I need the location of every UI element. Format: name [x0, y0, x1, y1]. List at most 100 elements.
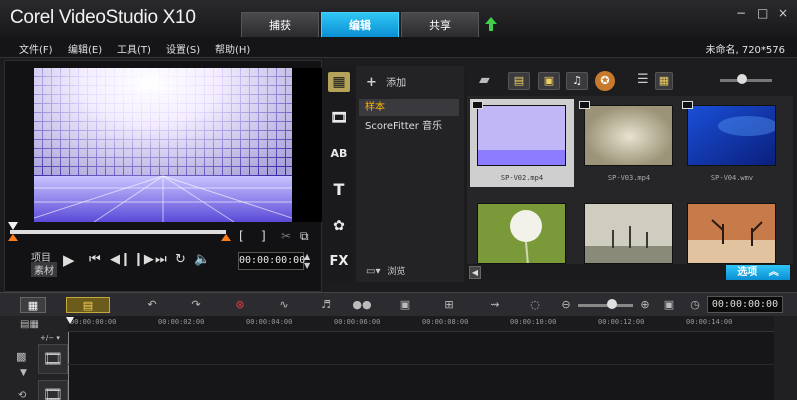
thumbnail-view-icon[interactable]: ▦ — [655, 72, 673, 90]
storyboard-view-icon[interactable]: ▦ — [20, 297, 46, 313]
browse-label: 浏览 — [387, 267, 406, 277]
tab-edit[interactable]: 编辑 — [321, 12, 399, 37]
play-button[interactable]: ▶ — [63, 251, 75, 269]
browse-button[interactable]: ▭▾ 浏览 — [366, 264, 405, 277]
trim-in-marker[interactable] — [8, 234, 18, 241]
fit-project-icon[interactable]: ▣ — [656, 297, 682, 313]
thumbnail-caption: SP-V02.mp4 — [500, 174, 544, 182]
timeline-track-area[interactable] — [68, 332, 774, 400]
multi-camera-icon[interactable]: ⊞ — [436, 297, 462, 313]
timecode-stepper-icon[interactable]: ▲ ▼ — [304, 252, 310, 270]
undo-icon[interactable]: ↶ — [139, 297, 165, 313]
menu-settings[interactable]: 设置(S) — [166, 41, 200, 56]
time-remapping-icon[interactable]: ⇝ — [482, 297, 508, 313]
playhead-marker[interactable] — [66, 317, 74, 324]
mode-material[interactable]: 素材 — [31, 262, 57, 277]
media-icon[interactable]: ▦ — [328, 72, 350, 92]
folder-icon[interactable]: ▰ — [479, 72, 490, 88]
mark-out-button[interactable]: ] — [261, 229, 266, 243]
close-button[interactable]: × — [778, 6, 788, 20]
thumbnail-sp-v03[interactable]: SP-V03.mp4 — [577, 99, 681, 187]
menu-bar: 文件(F) 编辑(E) 工具(T) 设置(S) 帮助(H) 未命名, 720*5… — [0, 37, 797, 58]
thumbnail-size-knob[interactable] — [737, 74, 747, 84]
home-icon[interactable]: ⏮ — [89, 252, 101, 267]
subtitle-editor-icon[interactable]: ▣ — [392, 297, 418, 313]
sound-mixer-icon[interactable]: ∿ — [271, 297, 297, 313]
end-icon[interactable]: ⏭ — [155, 252, 167, 267]
show-videos-icon[interactable]: ▤ — [508, 72, 530, 90]
thumbnail-trees[interactable] — [577, 197, 681, 264]
timeline-view-icon[interactable]: ▤ — [66, 297, 110, 313]
enlarge-preview-icon[interactable]: ⧉ — [300, 229, 309, 244]
filter-icon[interactable]: FX — [328, 252, 350, 272]
zoom-in-icon[interactable]: ⊕ — [632, 297, 658, 313]
motion-tracking-icon[interactable]: ●● — [349, 297, 375, 313]
collapse-library-icon[interactable]: ◀ — [469, 266, 481, 279]
instant-project-icon[interactable]: 🎞 — [328, 108, 350, 128]
thumbnail-sp-v04[interactable]: SP-V04.wmv — [680, 99, 784, 187]
options-label: 选项 — [737, 267, 758, 278]
trim-out-marker[interactable] — [221, 234, 231, 241]
volume-icon[interactable]: 🔈 — [194, 252, 210, 267]
link-track-icon[interactable]: ⟲ — [18, 390, 26, 400]
ruler-tick: 00:00:12:00 — [598, 318, 645, 326]
overlay-track-icon[interactable]: 🎞 — [38, 380, 68, 400]
upload-arrow-icon[interactable] — [484, 16, 498, 32]
category-sample[interactable]: 样本 — [359, 99, 459, 116]
redo-icon[interactable]: ↷ — [183, 297, 209, 313]
repeat-icon[interactable]: ↻ — [175, 252, 186, 267]
track-settings-icon[interactable]: ▩ — [16, 350, 26, 363]
thumbnail-sp-v02[interactable]: SP-V02.mp4 — [470, 99, 574, 187]
show-photos-icon[interactable]: ▣ — [538, 72, 560, 90]
track-add-remove-toggle[interactable]: +/− ▾ — [40, 334, 60, 342]
video-track-icon[interactable]: 🎞 — [38, 344, 68, 374]
timeline-timecode[interactable]: 00:00:00:00 — [707, 296, 783, 313]
preview-timecode[interactable]: 00:00:00:00 — [238, 252, 305, 270]
ruler-tick: 00:00:08:00 — [422, 318, 469, 326]
expand-tracks-icon[interactable]: ▼ — [20, 368, 27, 378]
timeline-ruler[interactable]: 00:00:00:00 00:00:02:00 00:00:04:00 00:0… — [68, 316, 774, 332]
category-scorefitter[interactable]: ScoreFitter 音乐 — [359, 118, 459, 135]
timeline-vertical-scrollbar[interactable] — [774, 316, 797, 400]
zoom-out-icon[interactable]: ⊖ — [553, 297, 579, 313]
mask-creator-icon[interactable]: ◌ — [522, 297, 548, 313]
graphic-icon[interactable]: ✿ — [328, 216, 350, 236]
minimize-button[interactable]: − — [736, 6, 746, 20]
tab-share[interactable]: 共享 — [401, 12, 479, 37]
title-icon[interactable]: T — [328, 180, 350, 200]
mark-in-button[interactable]: [ — [239, 229, 244, 243]
tab-capture[interactable]: 捕获 — [241, 12, 319, 37]
auto-music-icon[interactable]: ♬ — [313, 297, 339, 313]
menu-help[interactable]: 帮助(H) — [215, 41, 250, 56]
timeline-zoom-slider[interactable] — [578, 304, 633, 307]
scrub-bar[interactable] — [10, 230, 226, 234]
sort-icon[interactable]: ✪ — [595, 71, 615, 91]
scrub-start-marker[interactable] — [8, 222, 18, 230]
clock-icon[interactable]: ◷ — [682, 297, 708, 313]
add-category-button[interactable]: + 添加 — [366, 74, 406, 90]
maximize-button[interactable]: □ — [757, 6, 768, 20]
next-frame-icon[interactable]: ❙▶ — [133, 252, 154, 267]
record-capture-icon[interactable]: ⊛ — [227, 297, 253, 313]
thumbnail-desert[interactable] — [680, 197, 784, 264]
category-panel: + 添加 样本 ScoreFitter 音乐 ▭▾ 浏览 — [356, 66, 464, 282]
preview-screen[interactable] — [34, 68, 322, 222]
menu-edit[interactable]: 编辑(E) — [68, 41, 102, 56]
thumbnail-dandelion[interactable] — [470, 197, 574, 264]
track-manager-icon[interactable]: ▤▦ — [20, 319, 39, 330]
timeline-toolbar: ▦ ▤ ↶ ↷ ⊛ ∿ ♬ ●● ▣ ⊞ ⇝ ◌ ⊖ ⊕ ▣ ◷ 00:00:0… — [0, 292, 797, 316]
show-audio-icon[interactable]: ♫ — [566, 72, 588, 90]
split-clip-icon[interactable]: ✂ — [281, 229, 291, 243]
menu-file[interactable]: 文件(F) — [19, 41, 53, 56]
previous-frame-icon[interactable]: ◀❙ — [110, 252, 131, 267]
playhead-line — [68, 332, 69, 400]
thumbnail-grid: SP-V02.mp4 SP-V03.mp4 SP-V04.wmv — [467, 96, 793, 264]
transition-icon[interactable]: AB — [328, 144, 350, 164]
timeline-zoom-knob[interactable] — [607, 299, 617, 309]
library-sidebar: ▦ 🎞 AB T ✿ FX — [323, 66, 355, 282]
menu-tools[interactable]: 工具(T) — [117, 41, 151, 56]
options-button[interactable]: 选项 ︽ — [726, 265, 790, 280]
video-clip-icon — [682, 101, 693, 109]
list-view-icon[interactable]: ☰ — [637, 72, 649, 87]
ruler-tick: 00:00:06:00 — [334, 318, 381, 326]
